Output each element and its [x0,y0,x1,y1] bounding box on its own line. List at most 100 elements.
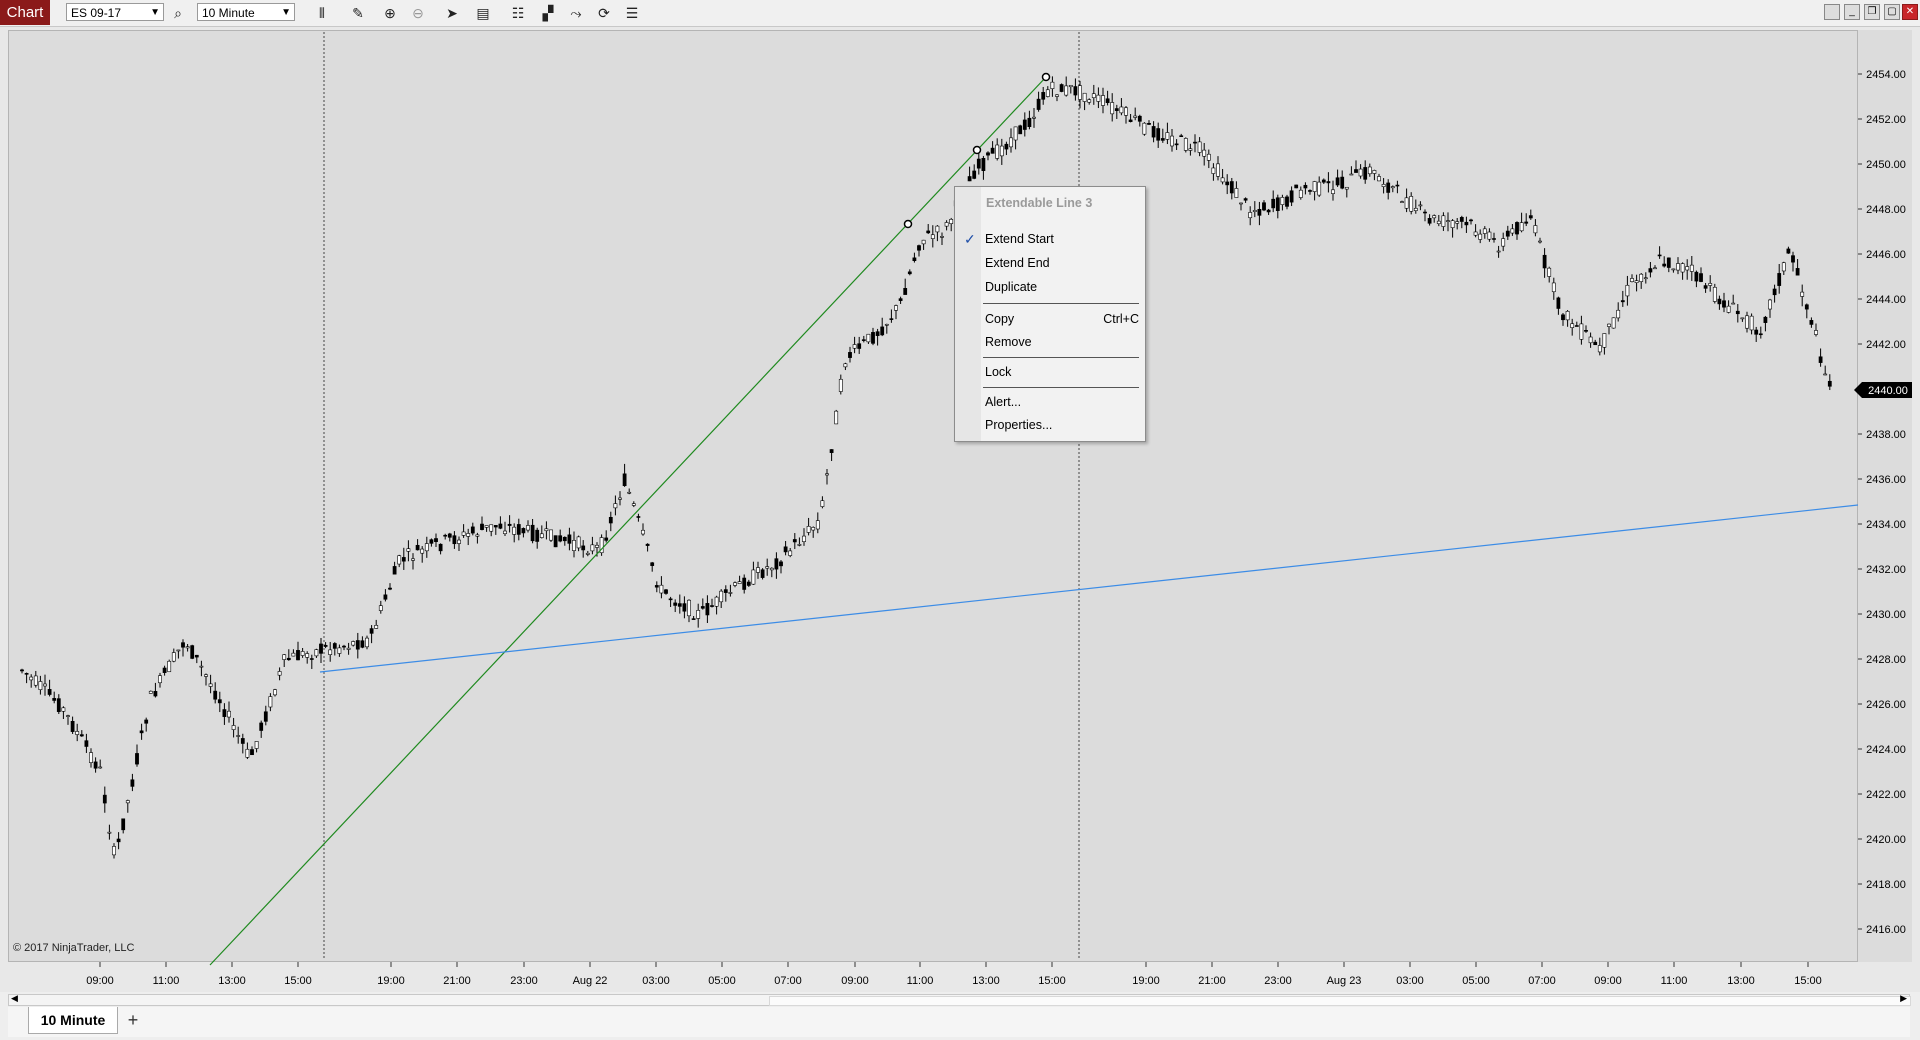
time-label: 03:00 [1396,975,1424,987]
candle-body [1482,228,1487,234]
candle-body [130,779,135,787]
menu-item-extend-start[interactable]: ✓ Extend Start [955,229,1145,249]
candle-body [194,654,199,658]
candle-body [1390,186,1395,189]
candle-body [595,544,599,548]
candle-body [861,339,866,341]
candle-body [949,219,954,224]
menu-item-properties[interactable]: Properties... [955,415,1145,435]
candle-body [38,681,43,690]
candle-body [687,599,691,617]
line-anchor-handle[interactable] [903,219,913,229]
candle-body [351,641,356,646]
menu-item-alert[interactable]: Alert... [955,392,1145,412]
candle-body [535,529,540,542]
candle-body [314,649,319,657]
menu-item-extend-end[interactable]: Extend End [955,253,1145,273]
price-label: 2446.00 [1866,249,1906,261]
candle-body [756,567,760,573]
candle-body [917,245,921,251]
line-anchor-handle[interactable] [1041,72,1051,82]
scroll-left-icon[interactable]: ◀ [11,993,18,1004]
menu-item-lock[interactable]: Lock [955,362,1145,382]
candle-body [912,257,917,261]
price-label: 2452.00 [1866,114,1906,126]
add-tab-icon[interactable]: + [123,1010,143,1030]
candle-body [208,683,213,687]
candle-body [250,749,254,756]
extendable-line-3[interactable] [209,76,1047,966]
menu-item-duplicate[interactable]: Duplicate [955,277,1145,297]
price-label: 2432.00 [1866,564,1906,576]
price-label: 2450.00 [1866,159,1906,171]
candle-body [1519,222,1524,232]
candle-body [1027,117,1032,127]
candle-body [631,503,636,506]
candle-body [1229,181,1234,194]
candle-body [622,473,627,487]
current-price-marker: 2440.00 [1854,382,1912,398]
price-label: 2430.00 [1866,609,1906,621]
candle-body [1165,132,1170,140]
candle-body [1657,254,1662,257]
horizontal-scrollbar[interactable]: ◀ ▶ [8,993,1911,1006]
candle-body [1211,167,1216,174]
candle-body [1326,181,1331,184]
price-label: 2424.00 [1866,744,1906,756]
candle-body [705,603,710,616]
candle-body [999,145,1004,157]
price-chart[interactable]: 2454.00 2452.00 2450.00 2448.00 2446.00 2444.… [0,0,1920,1000]
candle-body [1386,182,1391,193]
candle-body [79,734,84,737]
candle-body [470,526,475,534]
candle-body [1091,93,1096,99]
candle-body [1101,95,1105,106]
candle-body [1685,266,1690,271]
time-label: 07:00 [1528,975,1556,987]
candle-body [567,534,572,544]
candle-body [1496,250,1501,253]
candle-body [342,645,346,648]
candle-body [618,497,622,500]
candle-body [512,526,517,535]
candle-body [498,523,503,529]
candle-body [558,535,563,542]
candle-body [1708,283,1713,286]
price-label: 2436.00 [1866,474,1906,486]
time-label: 11:00 [907,975,934,987]
time-label: 15:00 [284,975,312,987]
candle-body [388,587,392,590]
tab-10-minute[interactable]: 10 Minute [28,1007,118,1034]
candle-body [1418,204,1423,207]
candle-body [475,534,480,537]
line-anchor-handle[interactable] [972,145,982,155]
candle-body [746,581,751,586]
candle-body [802,535,806,543]
candle-body [1726,305,1731,313]
candle-body [659,584,664,594]
candle-body [1634,280,1639,283]
candle-body [1611,317,1616,329]
candle-body [56,698,61,712]
candle-body [884,323,889,326]
candle-body [507,523,512,526]
candle-body [1156,128,1161,141]
menu-item-copy[interactable]: Copy Ctrl+C [955,309,1145,329]
candle-body [940,236,944,238]
candle-body [84,740,89,747]
candle-body [392,566,397,575]
candle-body [277,671,282,676]
candle-body [1289,190,1294,203]
scroll-right-icon[interactable]: ▶ [1900,993,1907,1004]
scrollbar-thumb[interactable] [769,996,1911,1006]
candle-body [268,696,273,708]
candle-body [1321,179,1326,183]
current-price-label: 2440.00 [1868,385,1908,397]
candle-body [415,544,420,551]
candle-body [1694,271,1699,282]
price-label: 2454.00 [1866,69,1906,81]
candle-body [222,709,227,717]
candle-body [972,170,977,179]
candle-body [365,637,369,648]
menu-item-remove[interactable]: Remove [955,332,1145,352]
